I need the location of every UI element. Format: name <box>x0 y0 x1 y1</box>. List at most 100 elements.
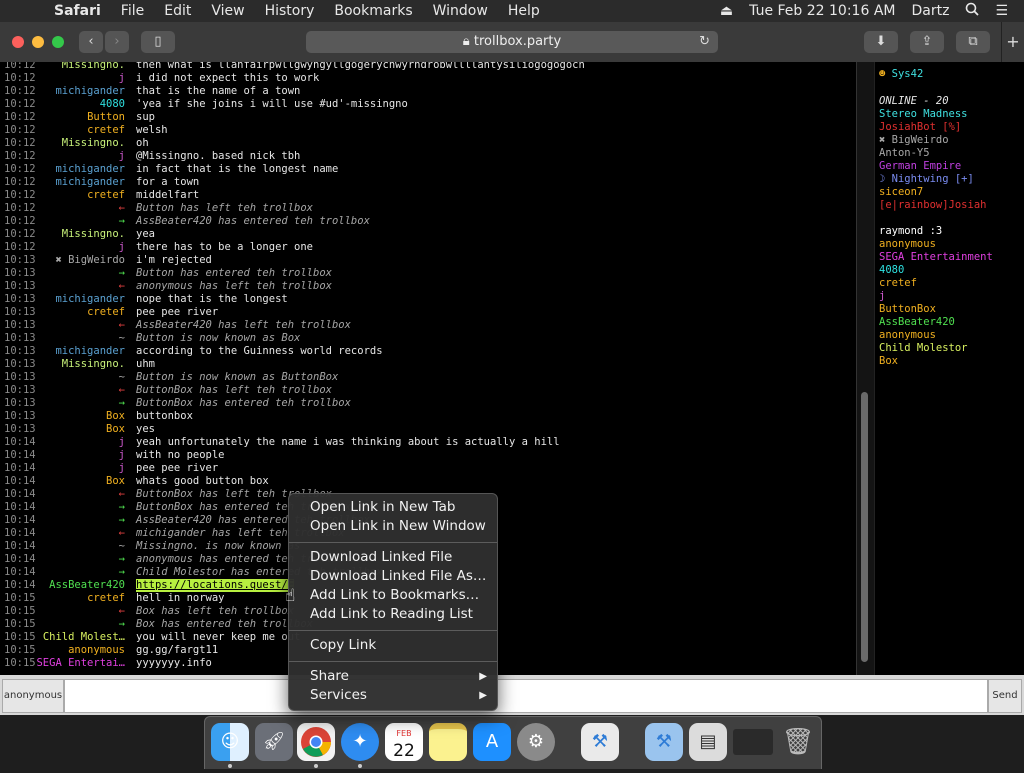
user-list-entry[interactable]: AssBeater420 <box>879 316 955 329</box>
user-list-entry[interactable]: [e|rainbow]Josiah <box>879 199 986 212</box>
downloads-icon[interactable]: ⬇ <box>864 31 898 53</box>
user-list-entry[interactable]: raymond :3 <box>879 225 942 238</box>
user-list-top-entry[interactable]: ☻ Sys42 <box>879 68 923 81</box>
chrome-icon[interactable] <box>297 723 335 761</box>
menu-window[interactable]: Window <box>433 3 488 19</box>
menu-item-share[interactable]: Share <box>310 667 349 686</box>
message-nick[interactable]: anonymous <box>68 644 125 657</box>
message-nick[interactable]: Missingno. <box>62 137 125 150</box>
message-nick[interactable]: Box <box>106 423 125 436</box>
trash-icon[interactable]: 🗑︎ <box>779 723 817 761</box>
safari-icon[interactable]: ✦ <box>341 723 379 761</box>
message-nick[interactable]: michigander <box>55 85 125 98</box>
preview-icon[interactable]: ▤ <box>689 723 727 761</box>
message-nick[interactable]: Box <box>106 475 125 488</box>
spotlight-search-icon[interactable] <box>965 2 980 20</box>
menu-app-name[interactable]: Safari <box>54 3 101 19</box>
menu-file[interactable]: File <box>121 3 144 19</box>
message-nick[interactable]: 4080 <box>100 98 125 111</box>
close-window-button[interactable] <box>12 36 24 48</box>
finder-icon[interactable]: ☺ <box>211 723 249 761</box>
user-list-entry[interactable]: Stereo Madness <box>879 108 968 121</box>
message-nick[interactable]: ← <box>119 202 125 215</box>
user-list-entry[interactable]: German Empire <box>879 160 961 173</box>
user-list-entry[interactable]: Child Molestor <box>879 342 968 355</box>
message-link[interactable]: https://locations.quest/E <box>136 579 295 592</box>
user-list-entry[interactable]: ☽ Nightwing [+] <box>879 173 974 186</box>
message-nick[interactable]: → <box>119 566 125 579</box>
message-nick[interactable]: → <box>119 397 125 410</box>
tab-overview-icon[interactable]: ⧉ <box>956 31 990 53</box>
launchpad-icon[interactable]: 🚀︎ <box>255 723 293 761</box>
message-nick[interactable]: cretef <box>87 306 125 319</box>
message-nick[interactable]: Missingno. <box>62 228 125 241</box>
user-list-entry[interactable]: ✖ BigWeirdo <box>879 134 949 147</box>
message-nick[interactable]: ✖ BigWeirdo <box>55 254 125 267</box>
app-store-icon[interactable]: A <box>473 723 511 761</box>
message-nick[interactable]: j <box>119 72 125 85</box>
message-nick[interactable]: ← <box>119 280 125 293</box>
menu-item-copy-link[interactable]: Copy Link <box>310 636 376 655</box>
message-nick[interactable]: michigander <box>55 293 125 306</box>
message-nick[interactable]: ← <box>119 605 125 618</box>
menu-history[interactable]: History <box>265 3 315 19</box>
message-nick[interactable]: → <box>119 215 125 228</box>
user-list-entry[interactable]: SEGA Entertainment <box>879 251 993 264</box>
menu-item-open-link-new-tab[interactable]: Open Link in New Tab <box>310 498 455 517</box>
chat-scrollbar[interactable] <box>856 62 875 675</box>
new-tab-button[interactable]: + <box>1001 22 1024 62</box>
user-list-entry[interactable]: j <box>879 290 885 303</box>
control-center-icon[interactable]: ☰ <box>995 3 1008 19</box>
notes-icon[interactable] <box>429 723 467 761</box>
message-nick[interactable]: ← <box>119 384 125 397</box>
user-list-entry[interactable]: Anton-Y5 <box>879 147 930 160</box>
menu-item-download-linked-file[interactable]: Download Linked File <box>310 548 452 567</box>
menubar-datetime[interactable]: Tue Feb 22 10:16 AM <box>749 3 895 19</box>
message-nick[interactable]: → <box>119 514 125 527</box>
message-nick[interactable]: cretef <box>87 592 125 605</box>
message-nick[interactable]: Button <box>87 111 125 124</box>
menubar-user[interactable]: Dartz <box>911 3 949 19</box>
message-nick[interactable]: j <box>119 241 125 254</box>
menu-help[interactable]: Help <box>508 3 540 19</box>
message-nick[interactable]: ~ <box>119 371 125 384</box>
message-nick[interactable]: ← <box>119 527 125 540</box>
forward-button[interactable]: › <box>105 31 129 53</box>
user-list-entry[interactable]: ButtonBox <box>879 303 936 316</box>
chat-scrollbar-thumb[interactable] <box>861 392 868 662</box>
zoom-window-button[interactable] <box>52 36 64 48</box>
menu-item-add-link-to-reading-list[interactable]: Add Link to Reading List <box>310 605 473 624</box>
calendar-icon[interactable]: FEB 22 <box>385 723 423 761</box>
message-nick[interactable]: → <box>119 267 125 280</box>
message-nick[interactable]: cretef <box>87 189 125 202</box>
menu-view[interactable]: View <box>211 3 244 19</box>
menu-item-open-link-new-window[interactable]: Open Link in New Window <box>310 517 486 536</box>
system-preferences-icon[interactable]: ⚙ <box>517 723 555 761</box>
user-list-entry[interactable]: Box <box>879 355 898 368</box>
menu-item-download-linked-file-as[interactable]: Download Linked File As… <box>310 567 486 586</box>
message-nick[interactable]: → <box>119 553 125 566</box>
message-nick[interactable]: j <box>119 462 125 475</box>
message-nick[interactable]: AssBeater420 <box>49 579 125 592</box>
reload-icon[interactable]: ↻ <box>699 31 710 53</box>
share-icon[interactable]: ⇪ <box>910 31 944 53</box>
nickname-field[interactable]: anonymous <box>2 679 64 713</box>
message-nick[interactable]: j <box>119 150 125 163</box>
back-button[interactable]: ‹ <box>79 31 103 53</box>
eject-icon[interactable]: ⏏ <box>720 3 733 19</box>
message-nick[interactable]: ~ <box>119 540 125 553</box>
message-nick[interactable]: j <box>119 449 125 462</box>
message-nick[interactable]: Missingno. <box>62 62 125 72</box>
xcode-folder-icon[interactable]: ⚒ <box>645 723 683 761</box>
message-nick[interactable]: → <box>119 618 125 631</box>
message-nick[interactable]: cretef <box>87 124 125 137</box>
message-nick[interactable]: michigander <box>55 345 125 358</box>
message-nick[interactable]: Child Molest… <box>43 631 125 644</box>
chrome-window-icon[interactable] <box>733 729 773 755</box>
message-input[interactable] <box>64 679 988 713</box>
menu-bookmarks[interactable]: Bookmarks <box>334 3 412 19</box>
user-list-entry[interactable]: siceon7 <box>879 186 923 199</box>
message-nick[interactable]: michigander <box>55 176 125 189</box>
message-nick[interactable]: michigander <box>55 163 125 176</box>
user-list-entry[interactable]: 4080 <box>879 264 904 277</box>
